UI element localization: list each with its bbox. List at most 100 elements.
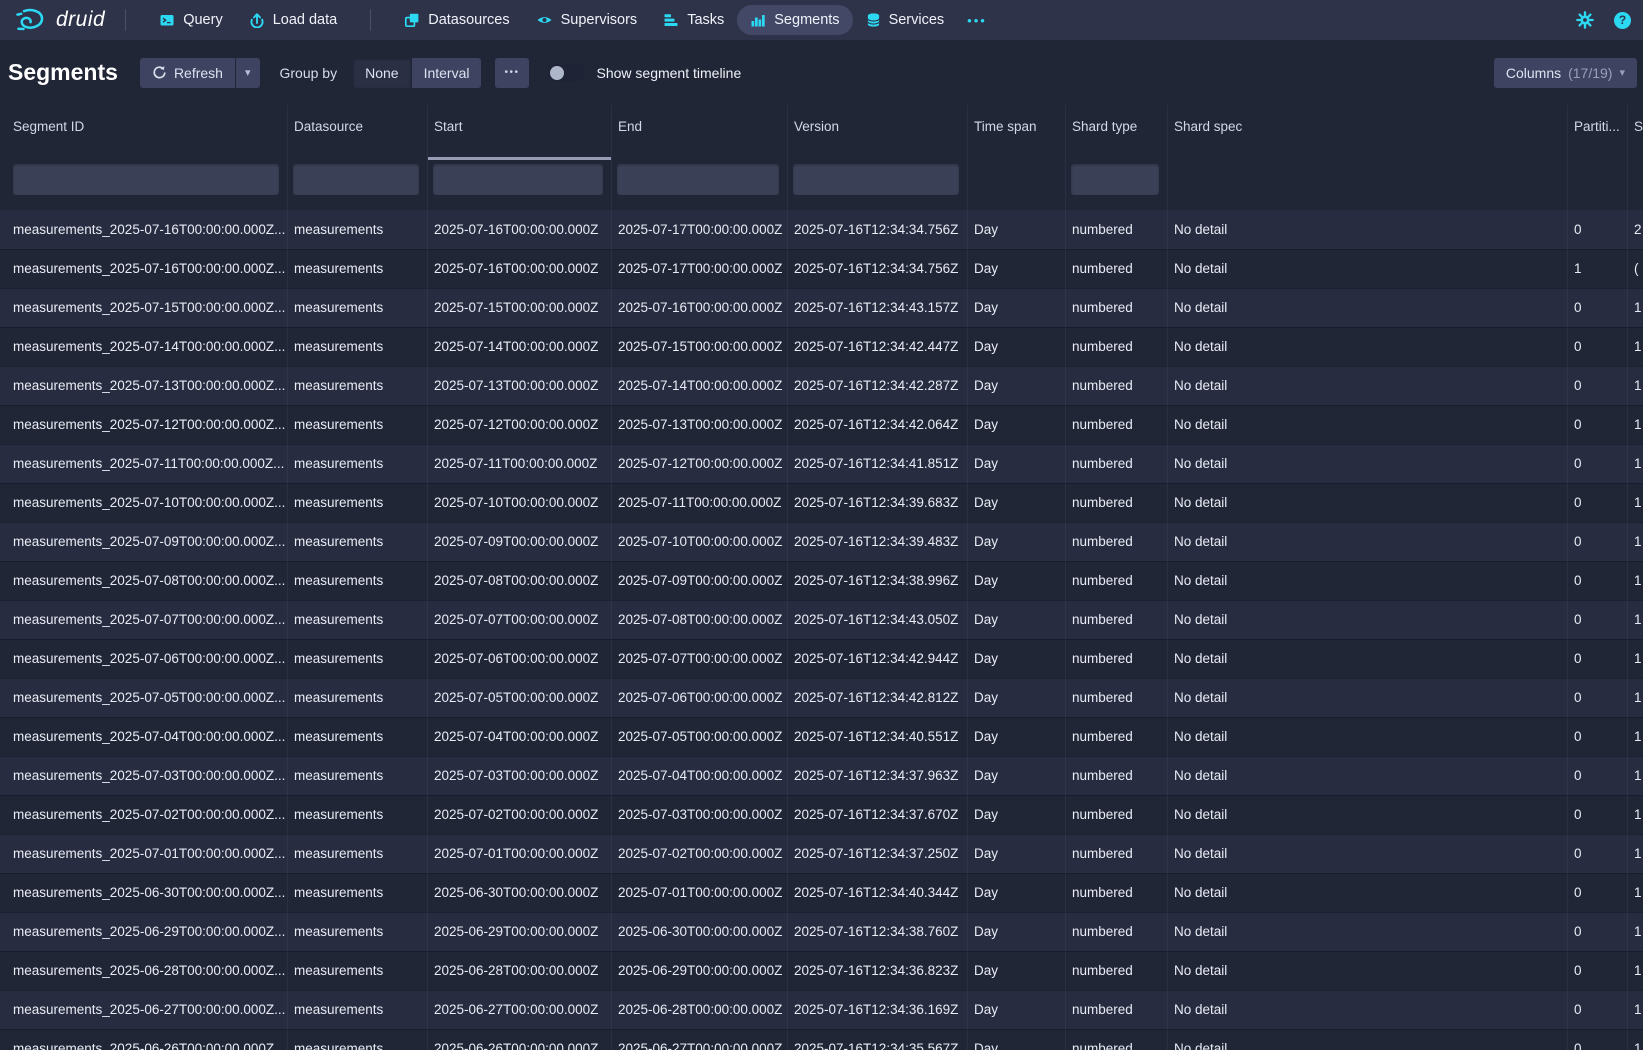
cell-size[interactable]: 1 [1628, 951, 1643, 990]
cell-version[interactable]: 2025-07-16T12:34:43.157Z [788, 288, 968, 327]
cell-end[interactable]: 2025-07-12T00:00:00.000Z [612, 444, 788, 483]
help-button[interactable]: ? [1614, 12, 1631, 29]
cell-datasource[interactable]: measurements [288, 639, 428, 678]
cell-start[interactable]: 2025-07-11T00:00:00.000Z [428, 444, 612, 483]
cell-end[interactable]: 2025-06-30T00:00:00.000Z [612, 912, 788, 951]
cell-shard-type[interactable]: numbered [1066, 366, 1168, 405]
cell-end[interactable]: 2025-07-17T00:00:00.000Z [612, 210, 788, 249]
cell-size[interactable]: 1 [1628, 1029, 1643, 1050]
cell-shard-type[interactable]: numbered [1066, 249, 1168, 288]
cell-time-span[interactable]: Day [968, 834, 1066, 873]
cell-start[interactable]: 2025-06-26T00:00:00.000Z [428, 1029, 612, 1050]
cell-segment-id[interactable]: measurements_2025-07-11T00:00:00.000Z... [0, 444, 288, 483]
cell-partition[interactable]: 0 [1568, 405, 1628, 444]
druid-logo[interactable]: druid [14, 7, 105, 33]
cell-start[interactable]: 2025-06-28T00:00:00.000Z [428, 951, 612, 990]
cell-partition[interactable]: 0 [1568, 561, 1628, 600]
cell-shard-spec[interactable]: No detail [1168, 210, 1568, 249]
cell-time-span[interactable]: Day [968, 561, 1066, 600]
cell-version[interactable]: 2025-07-16T12:34:42.944Z [788, 639, 968, 678]
table-row[interactable]: measurements_2025-07-11T00:00:00.000Z...… [0, 444, 1643, 483]
cell-segment-id[interactable]: measurements_2025-07-04T00:00:00.000Z... [0, 717, 288, 756]
filter-end-input[interactable] [617, 164, 779, 195]
cell-segment-id[interactable]: measurements_2025-07-16T00:00:00.000Z... [0, 249, 288, 288]
cell-end[interactable]: 2025-07-07T00:00:00.000Z [612, 639, 788, 678]
cell-partition[interactable]: 0 [1568, 444, 1628, 483]
cell-size[interactable]: 2 [1628, 210, 1643, 249]
cell-time-span[interactable]: Day [968, 444, 1066, 483]
cell-end[interactable]: 2025-07-01T00:00:00.000Z [612, 873, 788, 912]
cell-partition[interactable]: 0 [1568, 717, 1628, 756]
cell-shard-type[interactable]: numbered [1066, 483, 1168, 522]
cell-end[interactable]: 2025-07-06T00:00:00.000Z [612, 678, 788, 717]
column-header-shard-spec[interactable]: Shard spec [1168, 105, 1568, 160]
cell-shard-type[interactable]: numbered [1066, 561, 1168, 600]
cell-shard-type[interactable]: numbered [1066, 990, 1168, 1029]
cell-segment-id[interactable]: measurements_2025-06-26T00:00:00.000Z... [0, 1029, 288, 1050]
table-row[interactable]: measurements_2025-07-12T00:00:00.000Z...… [0, 405, 1643, 444]
cell-start[interactable]: 2025-06-27T00:00:00.000Z [428, 990, 612, 1029]
cell-start[interactable]: 2025-07-03T00:00:00.000Z [428, 756, 612, 795]
table-row[interactable]: measurements_2025-07-02T00:00:00.000Z...… [0, 795, 1643, 834]
table-row[interactable]: measurements_2025-07-16T00:00:00.000Z...… [0, 210, 1643, 249]
cell-shard-spec[interactable]: No detail [1168, 756, 1568, 795]
table-row[interactable]: measurements_2025-07-05T00:00:00.000Z...… [0, 678, 1643, 717]
cell-datasource[interactable]: measurements [288, 951, 428, 990]
cell-end[interactable]: 2025-07-16T00:00:00.000Z [612, 288, 788, 327]
cell-size[interactable]: 1 [1628, 639, 1643, 678]
cell-datasource[interactable]: measurements [288, 288, 428, 327]
cell-segment-id[interactable]: measurements_2025-07-13T00:00:00.000Z... [0, 366, 288, 405]
cell-start[interactable]: 2025-07-16T00:00:00.000Z [428, 210, 612, 249]
table-row[interactable]: measurements_2025-07-09T00:00:00.000Z...… [0, 522, 1643, 561]
table-row[interactable]: measurements_2025-07-16T00:00:00.000Z...… [0, 249, 1643, 288]
nav-item-segments[interactable]: Segments [737, 5, 852, 35]
cell-start[interactable]: 2025-07-07T00:00:00.000Z [428, 600, 612, 639]
cell-partition[interactable]: 0 [1568, 756, 1628, 795]
cell-datasource[interactable]: measurements [288, 756, 428, 795]
cell-start[interactable]: 2025-07-12T00:00:00.000Z [428, 405, 612, 444]
cell-segment-id[interactable]: measurements_2025-07-03T00:00:00.000Z... [0, 756, 288, 795]
cell-size[interactable]: 1 [1628, 756, 1643, 795]
cell-end[interactable]: 2025-07-14T00:00:00.000Z [612, 366, 788, 405]
cell-start[interactable]: 2025-07-13T00:00:00.000Z [428, 366, 612, 405]
nav-more-button[interactable]: ••• [957, 13, 997, 28]
cell-segment-id[interactable]: measurements_2025-07-15T00:00:00.000Z... [0, 288, 288, 327]
cell-shard-spec[interactable]: No detail [1168, 600, 1568, 639]
column-header-shard-type[interactable]: Shard type [1066, 105, 1168, 160]
cell-size[interactable]: 1 [1628, 717, 1643, 756]
column-header-version[interactable]: Version [788, 105, 968, 160]
cell-version[interactable]: 2025-07-16T12:34:42.064Z [788, 405, 968, 444]
cell-version[interactable]: 2025-07-16T12:34:36.169Z [788, 990, 968, 1029]
cell-time-span[interactable]: Day [968, 951, 1066, 990]
cell-shard-spec[interactable]: No detail [1168, 795, 1568, 834]
cell-start[interactable]: 2025-07-06T00:00:00.000Z [428, 639, 612, 678]
filter-segment-id-input[interactable] [13, 164, 279, 195]
cell-partition[interactable]: 0 [1568, 834, 1628, 873]
cell-size[interactable]: 1 [1628, 327, 1643, 366]
cell-start[interactable]: 2025-07-09T00:00:00.000Z [428, 522, 612, 561]
cell-shard-type[interactable]: numbered [1066, 678, 1168, 717]
cell-version[interactable]: 2025-07-16T12:34:42.287Z [788, 366, 968, 405]
table-row[interactable]: measurements_2025-06-26T00:00:00.000Z...… [0, 1029, 1643, 1050]
cell-version[interactable]: 2025-07-16T12:34:37.250Z [788, 834, 968, 873]
cell-size[interactable]: 1 [1628, 795, 1643, 834]
cell-time-span[interactable]: Day [968, 990, 1066, 1029]
cell-end[interactable]: 2025-07-15T00:00:00.000Z [612, 327, 788, 366]
cell-start[interactable]: 2025-07-05T00:00:00.000Z [428, 678, 612, 717]
cell-start[interactable]: 2025-06-29T00:00:00.000Z [428, 912, 612, 951]
cell-shard-spec[interactable]: No detail [1168, 639, 1568, 678]
filter-datasource-input[interactable] [293, 164, 419, 195]
cell-shard-type[interactable]: numbered [1066, 756, 1168, 795]
cell-segment-id[interactable]: measurements_2025-07-06T00:00:00.000Z... [0, 639, 288, 678]
cell-shard-type[interactable]: numbered [1066, 600, 1168, 639]
column-header-datasource[interactable]: Datasource [288, 105, 428, 160]
cell-shard-spec[interactable]: No detail [1168, 444, 1568, 483]
column-header-start[interactable]: Start [428, 105, 612, 160]
cell-datasource[interactable]: measurements [288, 444, 428, 483]
cell-datasource[interactable]: measurements [288, 249, 428, 288]
cell-segment-id[interactable]: measurements_2025-07-09T00:00:00.000Z... [0, 522, 288, 561]
cell-partition[interactable]: 1 [1568, 249, 1628, 288]
cell-shard-type[interactable]: numbered [1066, 873, 1168, 912]
cell-datasource[interactable]: measurements [288, 834, 428, 873]
cell-segment-id[interactable]: measurements_2025-06-29T00:00:00.000Z... [0, 912, 288, 951]
